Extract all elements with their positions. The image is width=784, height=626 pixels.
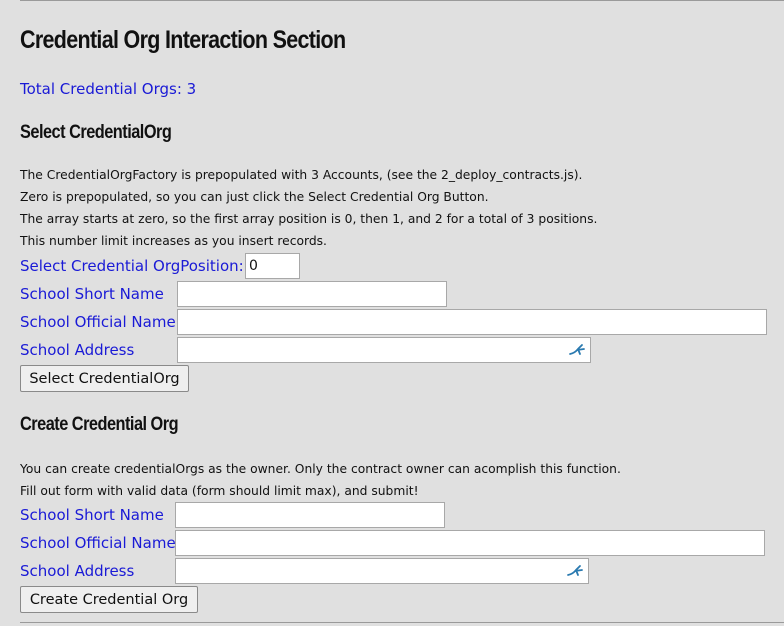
select-info-line-2: Zero is prepopulated, so you can just cl…: [20, 190, 489, 204]
position-input[interactable]: [245, 253, 300, 279]
create-short-name-label: School Short Name: [20, 506, 164, 524]
select-official-name-label: School Official Name: [20, 313, 176, 331]
select-section-heading: Select CredentialOrg: [20, 122, 172, 143]
create-info-line-1: You can create credentialOrgs as the own…: [20, 462, 621, 476]
create-official-name-label: School Official Name: [20, 534, 176, 552]
create-short-name-field[interactable]: [175, 502, 445, 528]
total-credential-orgs: Total Credential Orgs: 3: [20, 80, 197, 98]
bottom-divider: [20, 622, 784, 623]
create-credential-org-button[interactable]: Create Credential Org: [20, 586, 198, 613]
select-short-name-field[interactable]: [177, 281, 447, 307]
top-divider: [20, 0, 784, 1]
create-address-field[interactable]: [175, 558, 589, 584]
autofill-icon[interactable]: [566, 564, 584, 578]
select-short-name-label: School Short Name: [20, 285, 164, 303]
create-official-name-field[interactable]: [175, 530, 765, 556]
select-credential-org-button[interactable]: Select CredentialOrg: [20, 365, 189, 392]
create-address-label: School Address: [20, 562, 135, 580]
select-info-line-1: The CredentialOrgFactory is prepopulated…: [20, 168, 583, 182]
create-info-line-2: Fill out form with valid data (form shou…: [20, 484, 419, 498]
select-address-field[interactable]: [177, 337, 591, 363]
select-info-line-3: The array starts at zero, so the first a…: [20, 212, 598, 226]
select-official-name-field[interactable]: [177, 309, 767, 335]
position-label: Select Credential OrgPosition:: [20, 257, 244, 275]
select-address-label: School Address: [20, 341, 135, 359]
create-section-heading: Create Credential Org: [20, 414, 179, 435]
page-title: Credential Org Interaction Section: [20, 26, 346, 54]
select-info-line-4: This number limit increases as you inser…: [20, 234, 327, 248]
autofill-icon[interactable]: [568, 343, 586, 357]
